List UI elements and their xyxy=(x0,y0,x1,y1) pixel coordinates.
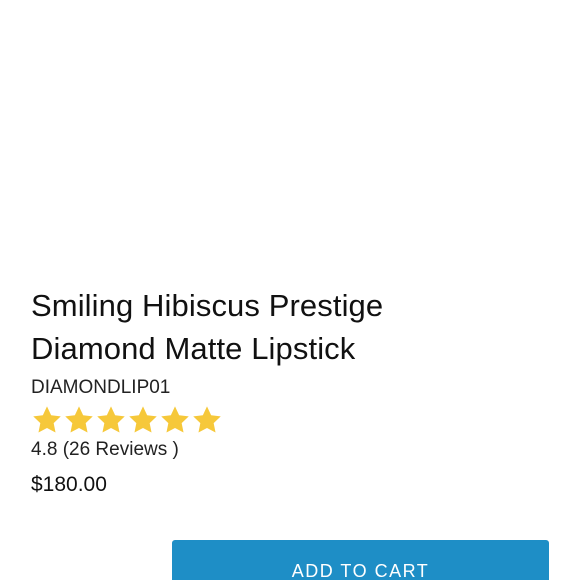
rating-stars[interactable] xyxy=(31,404,551,436)
add-to-cart-button[interactable]: ADD TO CART xyxy=(172,540,549,580)
star-icon xyxy=(191,404,223,436)
product-image xyxy=(0,0,580,280)
product-sku: DIAMONDLIP01 xyxy=(31,377,171,398)
product-title-line1: Smiling Hibiscus Prestige xyxy=(31,288,384,323)
product-price: $180.00 xyxy=(31,473,107,496)
star-icon xyxy=(63,404,95,436)
rating-summary[interactable]: 4.8 (26 Reviews ) xyxy=(31,438,551,462)
product-info: Smiling Hibiscus Prestige Diamond Matte … xyxy=(31,284,551,498)
star-icon xyxy=(31,404,63,436)
product-title: Smiling Hibiscus Prestige Diamond Matte … xyxy=(31,284,551,370)
star-icon xyxy=(127,404,159,436)
star-icon xyxy=(95,404,127,436)
product-page: Smiling Hibiscus Prestige Diamond Matte … xyxy=(0,0,580,580)
product-title-line2: Diamond Matte Lipstick xyxy=(31,331,356,366)
star-icon xyxy=(159,404,191,436)
